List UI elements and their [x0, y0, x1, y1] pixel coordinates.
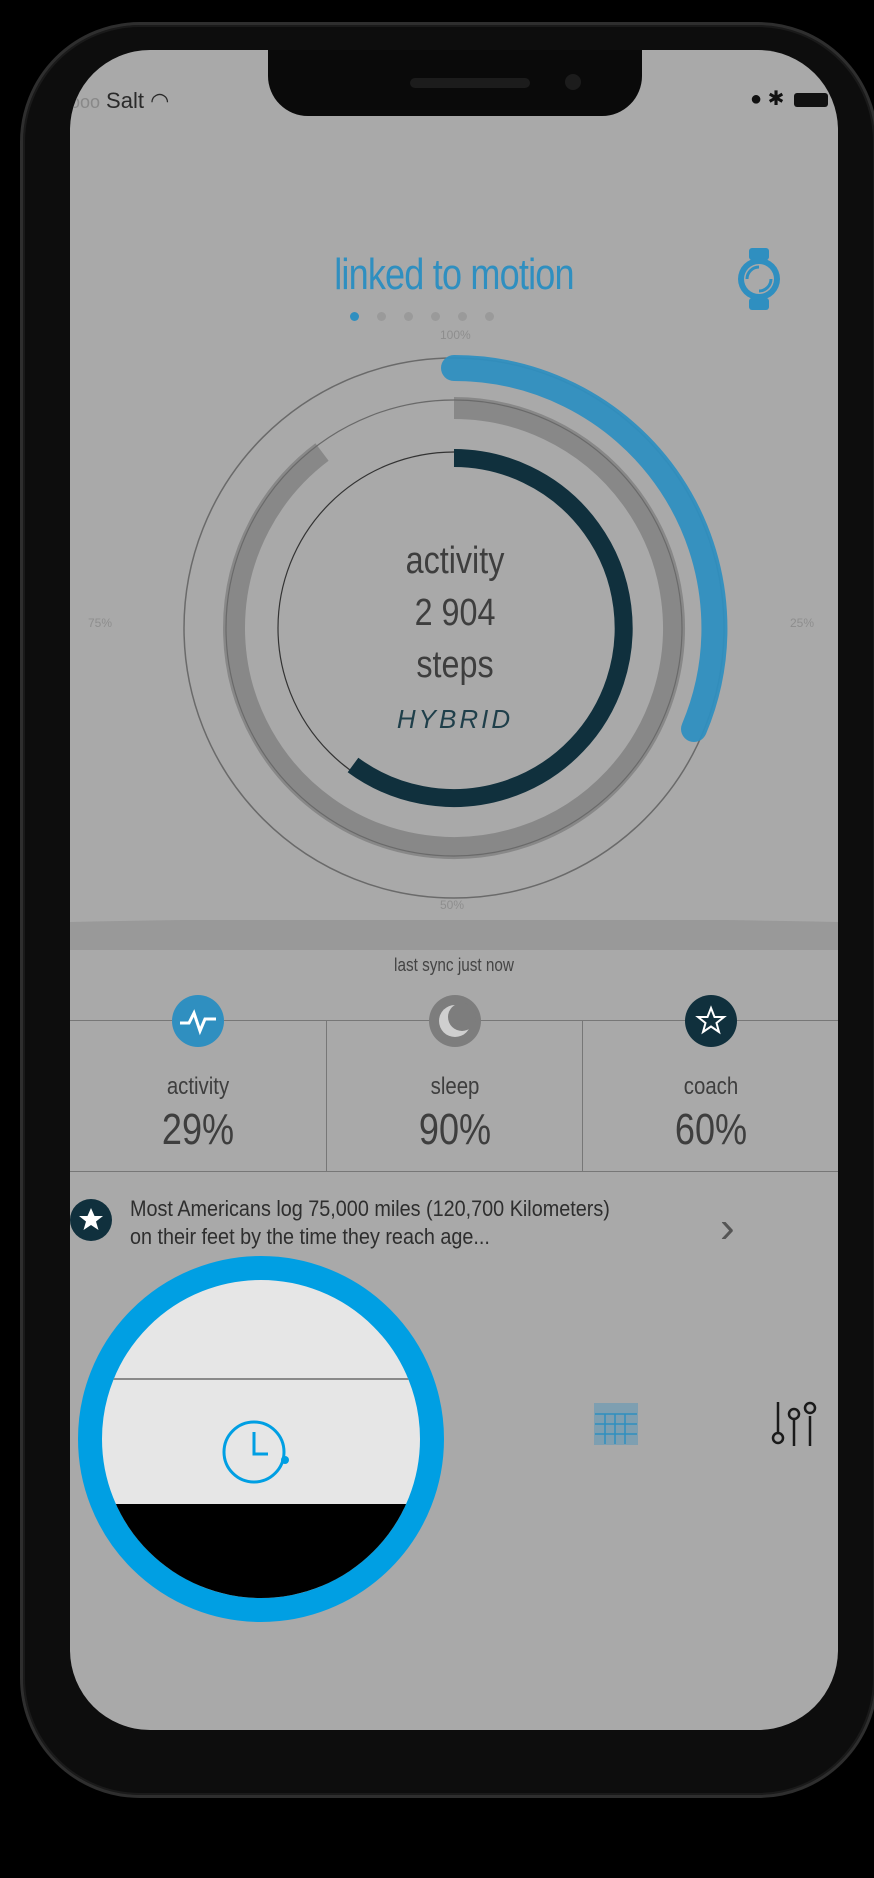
wave-divider	[70, 920, 838, 950]
sync-status: last sync just now	[394, 955, 514, 975]
activity-rings[interactable]	[70, 50, 838, 950]
clock-tab-highlight[interactable]	[78, 1256, 444, 1622]
tip-text: Most Americans log 75,000 miles (120,700…	[130, 1196, 610, 1249]
divider	[102, 1378, 420, 1380]
stat-value: 29%	[161, 1105, 235, 1154]
stat-name: activity	[166, 1073, 230, 1100]
ring-center-label: activity	[405, 540, 505, 582]
stat-activity[interactable]: activity 29%	[70, 995, 326, 1171]
stat-sleep[interactable]: sleep 90%	[326, 995, 583, 1171]
pulse-icon	[172, 995, 224, 1047]
clock-icon[interactable]	[214, 1412, 304, 1502]
ring-step-count: 2 904	[414, 592, 496, 634]
stat-name: coach	[683, 1073, 739, 1100]
star-icon	[685, 995, 737, 1047]
star-icon	[70, 1199, 112, 1241]
chevron-right-icon[interactable]: ›	[720, 1203, 735, 1253]
ring-step-unit: steps	[416, 644, 494, 686]
moon-icon	[429, 995, 481, 1047]
stat-value: 90%	[418, 1105, 492, 1154]
stats-panel: activity 29% sleep 90% coach 60%	[70, 995, 838, 1172]
stat-name: sleep	[430, 1073, 480, 1100]
stat-value: 60%	[674, 1105, 748, 1154]
stat-coach[interactable]: coach 60%	[582, 995, 838, 1171]
calendar-icon[interactable]	[593, 1402, 639, 1446]
settings-sliders-icon[interactable]	[770, 1398, 820, 1450]
hybrid-logo: HYBRID	[396, 704, 514, 734]
coach-tip[interactable]: Most Americans log 75,000 miles (120,700…	[70, 1175, 838, 1275]
